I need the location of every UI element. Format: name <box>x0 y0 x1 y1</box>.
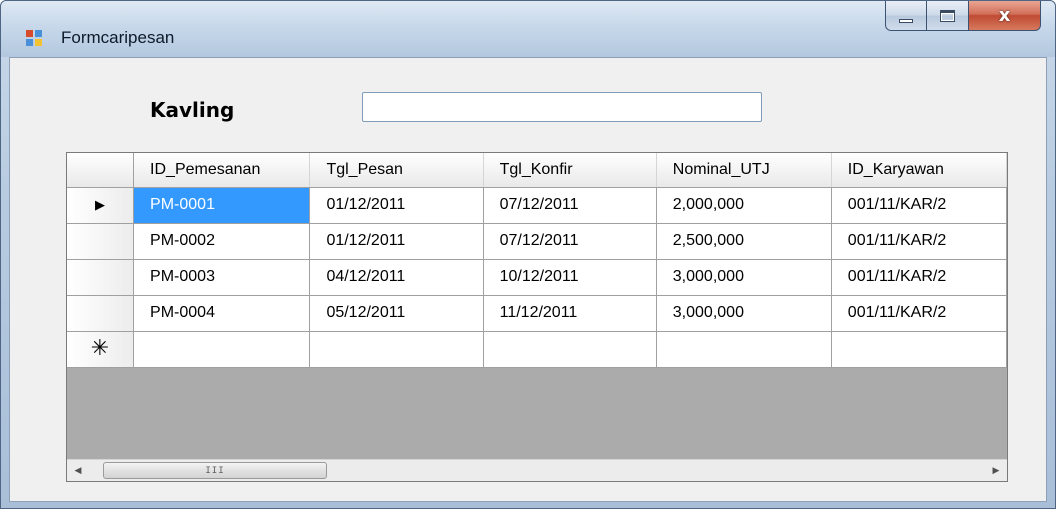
scrollbar-thumb[interactable]: III <box>103 462 327 479</box>
table-row[interactable]: PM-0004 05/12/2011 11/12/2011 3,000,000 … <box>67 295 1007 332</box>
grid-cell[interactable] <box>831 331 1007 368</box>
chevron-left-icon: ◀ <box>74 465 82 476</box>
row-header[interactable] <box>67 223 135 260</box>
kavling-input[interactable] <box>362 92 762 122</box>
scroll-right-button[interactable]: ▶ <box>985 460 1007 481</box>
current-row-icon: ▶ <box>95 198 106 213</box>
table-row[interactable]: PM-0002 01/12/2011 07/12/2011 2,500,000 … <box>67 223 1007 260</box>
grid-cell[interactable]: 001/11/KAR/2 <box>831 187 1007 224</box>
grid-cell[interactable]: 3,000,000 <box>656 295 832 332</box>
window-title: Formcaripesan <box>61 28 175 47</box>
column-header-nominal-utj[interactable]: Nominal_UTJ <box>656 153 832 188</box>
grid-cell[interactable]: 001/11/KAR/2 <box>831 295 1007 332</box>
form-app-icon <box>26 30 42 46</box>
chevron-right-icon: ▶ <box>992 465 1000 476</box>
grid-header-row: ID_Pemesanan Tgl_Pesan Tgl_Konfir Nomina… <box>67 153 1007 188</box>
grid-cell[interactable]: 10/12/2011 <box>483 259 657 296</box>
grid-cell[interactable]: 01/12/2011 <box>309 223 484 260</box>
row-header[interactable]: ▶ <box>67 187 135 224</box>
grid-cell[interactable]: 01/12/2011 <box>309 187 484 224</box>
grip-icon: III <box>205 465 225 476</box>
row-header[interactable] <box>67 295 135 332</box>
column-header-tgl-konfir[interactable]: Tgl_Konfir <box>483 153 657 188</box>
grid-cell[interactable]: 07/12/2011 <box>483 187 657 224</box>
new-row[interactable]: ✳ <box>67 331 1007 368</box>
table-row[interactable]: ▶ PM-0001 01/12/2011 07/12/2011 2,000,00… <box>67 187 1007 224</box>
form-client-area: Kavling ID_Pemesanan Tgl_Pesan Tgl_Konfi… <box>9 57 1047 502</box>
kavling-label: Kavling <box>150 98 235 122</box>
grid-cell[interactable] <box>656 331 832 368</box>
grid-cell[interactable] <box>133 331 311 368</box>
grid-cell[interactable]: 11/12/2011 <box>483 295 657 332</box>
table-row[interactable]: PM-0003 04/12/2011 10/12/2011 3,000,000 … <box>67 259 1007 296</box>
maximize-icon <box>940 9 955 22</box>
grid-cell[interactable]: 05/12/2011 <box>309 295 484 332</box>
title-bar[interactable]: Formcaripesan x <box>1 1 1055 57</box>
grid-cell[interactable]: PM-0002 <box>133 223 311 260</box>
close-icon: x <box>998 5 1011 26</box>
grid-cell[interactable]: 001/11/KAR/2 <box>831 223 1007 260</box>
new-row-icon: ✳ <box>90 336 110 361</box>
column-header-id-karyawan[interactable]: ID_Karyawan <box>831 153 1007 188</box>
grid-cell[interactable]: PM-0001 <box>133 187 311 224</box>
grid-corner-header[interactable] <box>67 153 135 188</box>
grid-cell[interactable]: 07/12/2011 <box>483 223 657 260</box>
caption-buttons: x <box>885 1 1041 33</box>
pemesanan-data-grid[interactable]: ID_Pemesanan Tgl_Pesan Tgl_Konfir Nomina… <box>66 152 1008 482</box>
window-frame: Formcaripesan x Kavling ID_Pemesanan Tgl… <box>0 0 1056 509</box>
grid-cell[interactable] <box>309 331 484 368</box>
grid-cell[interactable]: PM-0003 <box>133 259 311 296</box>
grid-cell[interactable]: 3,000,000 <box>656 259 832 296</box>
grid-cell[interactable]: 2,000,000 <box>656 187 832 224</box>
grid-cell[interactable]: 2,500,000 <box>656 223 832 260</box>
scroll-left-button[interactable]: ◀ <box>67 460 89 481</box>
row-header[interactable] <box>67 259 135 296</box>
grid-cell[interactable] <box>483 331 657 368</box>
grid-cell[interactable]: PM-0004 <box>133 295 311 332</box>
column-header-tgl-pesan[interactable]: Tgl_Pesan <box>309 153 484 188</box>
maximize-button[interactable] <box>927 1 969 31</box>
close-button[interactable]: x <box>969 1 1041 31</box>
row-header[interactable]: ✳ <box>67 331 135 368</box>
column-header-id-pemesanan[interactable]: ID_Pemesanan <box>133 153 311 188</box>
minimize-button[interactable] <box>885 1 927 31</box>
horizontal-scrollbar[interactable]: ◀ III ▶ <box>67 459 1007 481</box>
grid-cell[interactable]: 001/11/KAR/2 <box>831 259 1007 296</box>
minimize-icon <box>899 18 913 23</box>
grid-cell[interactable]: 04/12/2011 <box>309 259 484 296</box>
grid-table: ID_Pemesanan Tgl_Pesan Tgl_Konfir Nomina… <box>67 153 1007 368</box>
